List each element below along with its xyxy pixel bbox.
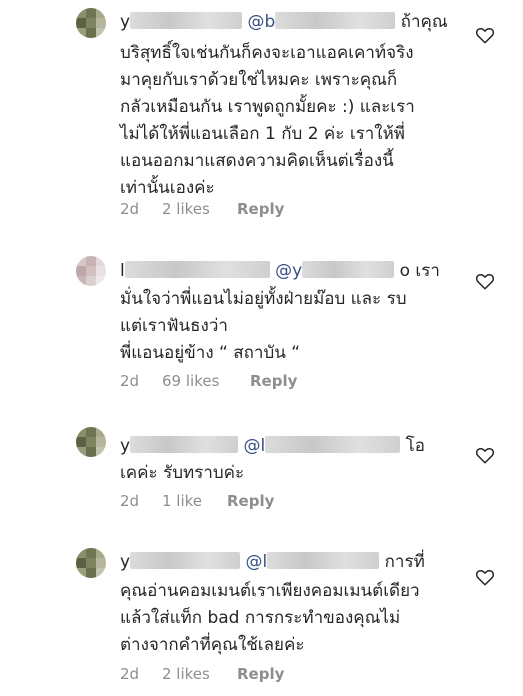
avatar-pixel [86, 558, 96, 568]
avatar-pixel [86, 8, 96, 18]
reply-button[interactable]: Reply [250, 372, 297, 390]
comment-text: o เรา [399, 261, 440, 281]
comment-line: แล้วใส่แท็ก bad การกระทำของคุณไม่ [120, 608, 401, 628]
heart-outline-icon[interactable] [475, 272, 495, 290]
avatar-pixel [86, 437, 96, 447]
comment-line: คุณอ่านคอมเมนต์เราเพียงคอมเมนต์เดียว [120, 581, 420, 601]
username[interactable]: y [120, 552, 130, 572]
avatar-pixel [96, 447, 106, 457]
avatar-pixel [76, 447, 86, 457]
timestamp: 2d [120, 492, 140, 510]
comment-first-line: y @l โอ [120, 435, 425, 457]
likes-count[interactable]: 2 likes [162, 665, 210, 683]
avatar-pixel [86, 427, 96, 437]
timestamp: 2d [120, 372, 140, 390]
avatar[interactable] [76, 8, 106, 38]
avatar-pixel [96, 266, 106, 276]
comment-line: มั่นใจว่าพี่แอนไม่อยู่ทั้งฝ่ายม๊อบ และ ร… [120, 289, 407, 309]
avatar-pixel [96, 558, 106, 568]
comment-text: โอ [405, 436, 425, 456]
avatar-pixel [96, 256, 106, 266]
avatar-pixel [76, 266, 86, 276]
reply-button[interactable]: Reply [227, 492, 274, 510]
reply-button[interactable]: Reply [237, 200, 284, 218]
comment-line: แต่เราฟันธงว่า [120, 316, 228, 336]
avatar-pixel [96, 437, 106, 447]
avatar[interactable] [76, 548, 106, 578]
timestamp: 2d [120, 200, 140, 218]
avatar-pixel [76, 256, 86, 266]
comment-text: ถ้าคุณ [400, 12, 448, 32]
comment-text: การที่ [384, 552, 425, 572]
comment-first-line: y @b ถ้าคุณ [120, 11, 448, 33]
avatar-pixel [86, 266, 96, 276]
likes-count[interactable]: 69 likes [162, 372, 219, 390]
avatar-pixel [96, 276, 106, 286]
mention[interactable]: @l [245, 552, 267, 572]
avatar[interactable] [76, 256, 106, 286]
comment-first-line: l @y o เรา [120, 260, 440, 282]
avatar-pixel [86, 447, 96, 457]
comment-line: เคค่ะ รับทราบค่ะ [120, 463, 245, 483]
avatar-pixel [86, 276, 96, 286]
avatar-pixel [76, 558, 86, 568]
avatar-pixel [76, 548, 86, 558]
avatar-pixel [76, 8, 86, 18]
avatar-pixel [76, 427, 86, 437]
avatar-pixel [86, 568, 96, 578]
avatar-pixel [76, 18, 86, 28]
reply-button[interactable]: Reply [237, 665, 284, 683]
avatar-pixel [76, 437, 86, 447]
comment-line: แอนออกมาแสดงความคิดเห็นต่เรื่องนี้ [120, 151, 394, 171]
avatar-pixel [86, 256, 96, 266]
likes-count[interactable]: 1 like [162, 492, 202, 510]
comment-line: มาคุยกับเราด้วยใช่ไหมคะ เพราะคุณก็ [120, 70, 398, 90]
mention[interactable]: @l [243, 436, 265, 456]
comment-line: กลัวเหมือนกัน เราพูดถูกมั้ยคะ :) และเรา [120, 97, 415, 117]
username[interactable]: y [120, 12, 130, 32]
avatar-pixel [76, 28, 86, 38]
avatar[interactable] [76, 427, 106, 457]
heart-outline-icon[interactable] [475, 26, 495, 44]
heart-outline-icon[interactable] [475, 446, 495, 464]
likes-count[interactable]: 2 likes [162, 200, 210, 218]
timestamp: 2d [120, 665, 140, 683]
avatar-pixel [86, 548, 96, 558]
username[interactable]: y [120, 436, 130, 456]
comment-line: พี่แอนอยู่ข้าง “ สถาบัน “ [120, 343, 301, 363]
comment-line: ไม่ได้ให้พี่แอนเลือก 1 กับ 2 ค่ะ เราให้พ… [120, 124, 406, 144]
avatar-pixel [76, 568, 86, 578]
avatar-pixel [96, 8, 106, 18]
avatar-pixel [96, 427, 106, 437]
avatar-pixel [96, 568, 106, 578]
avatar-pixel [96, 18, 106, 28]
comment-line: บริสุทธิ์ใจเช่นกันก็คงจะเอาแอคเคาท์จริง [120, 43, 414, 63]
avatar-pixel [86, 28, 96, 38]
mention[interactable]: @y [275, 261, 302, 281]
avatar-pixel [96, 548, 106, 558]
heart-outline-icon[interactable] [475, 568, 495, 586]
comment-line: ต่างจากคำที่คุณใช้เลยค่ะ [120, 635, 305, 655]
comment-first-line: y @l การที่ [120, 551, 425, 573]
mention[interactable]: @b [247, 12, 275, 32]
avatar-pixel [76, 276, 86, 286]
avatar-pixel [96, 28, 106, 38]
comment-line: เท่านั้นเองค่ะ [120, 178, 215, 198]
avatar-pixel [86, 18, 96, 28]
